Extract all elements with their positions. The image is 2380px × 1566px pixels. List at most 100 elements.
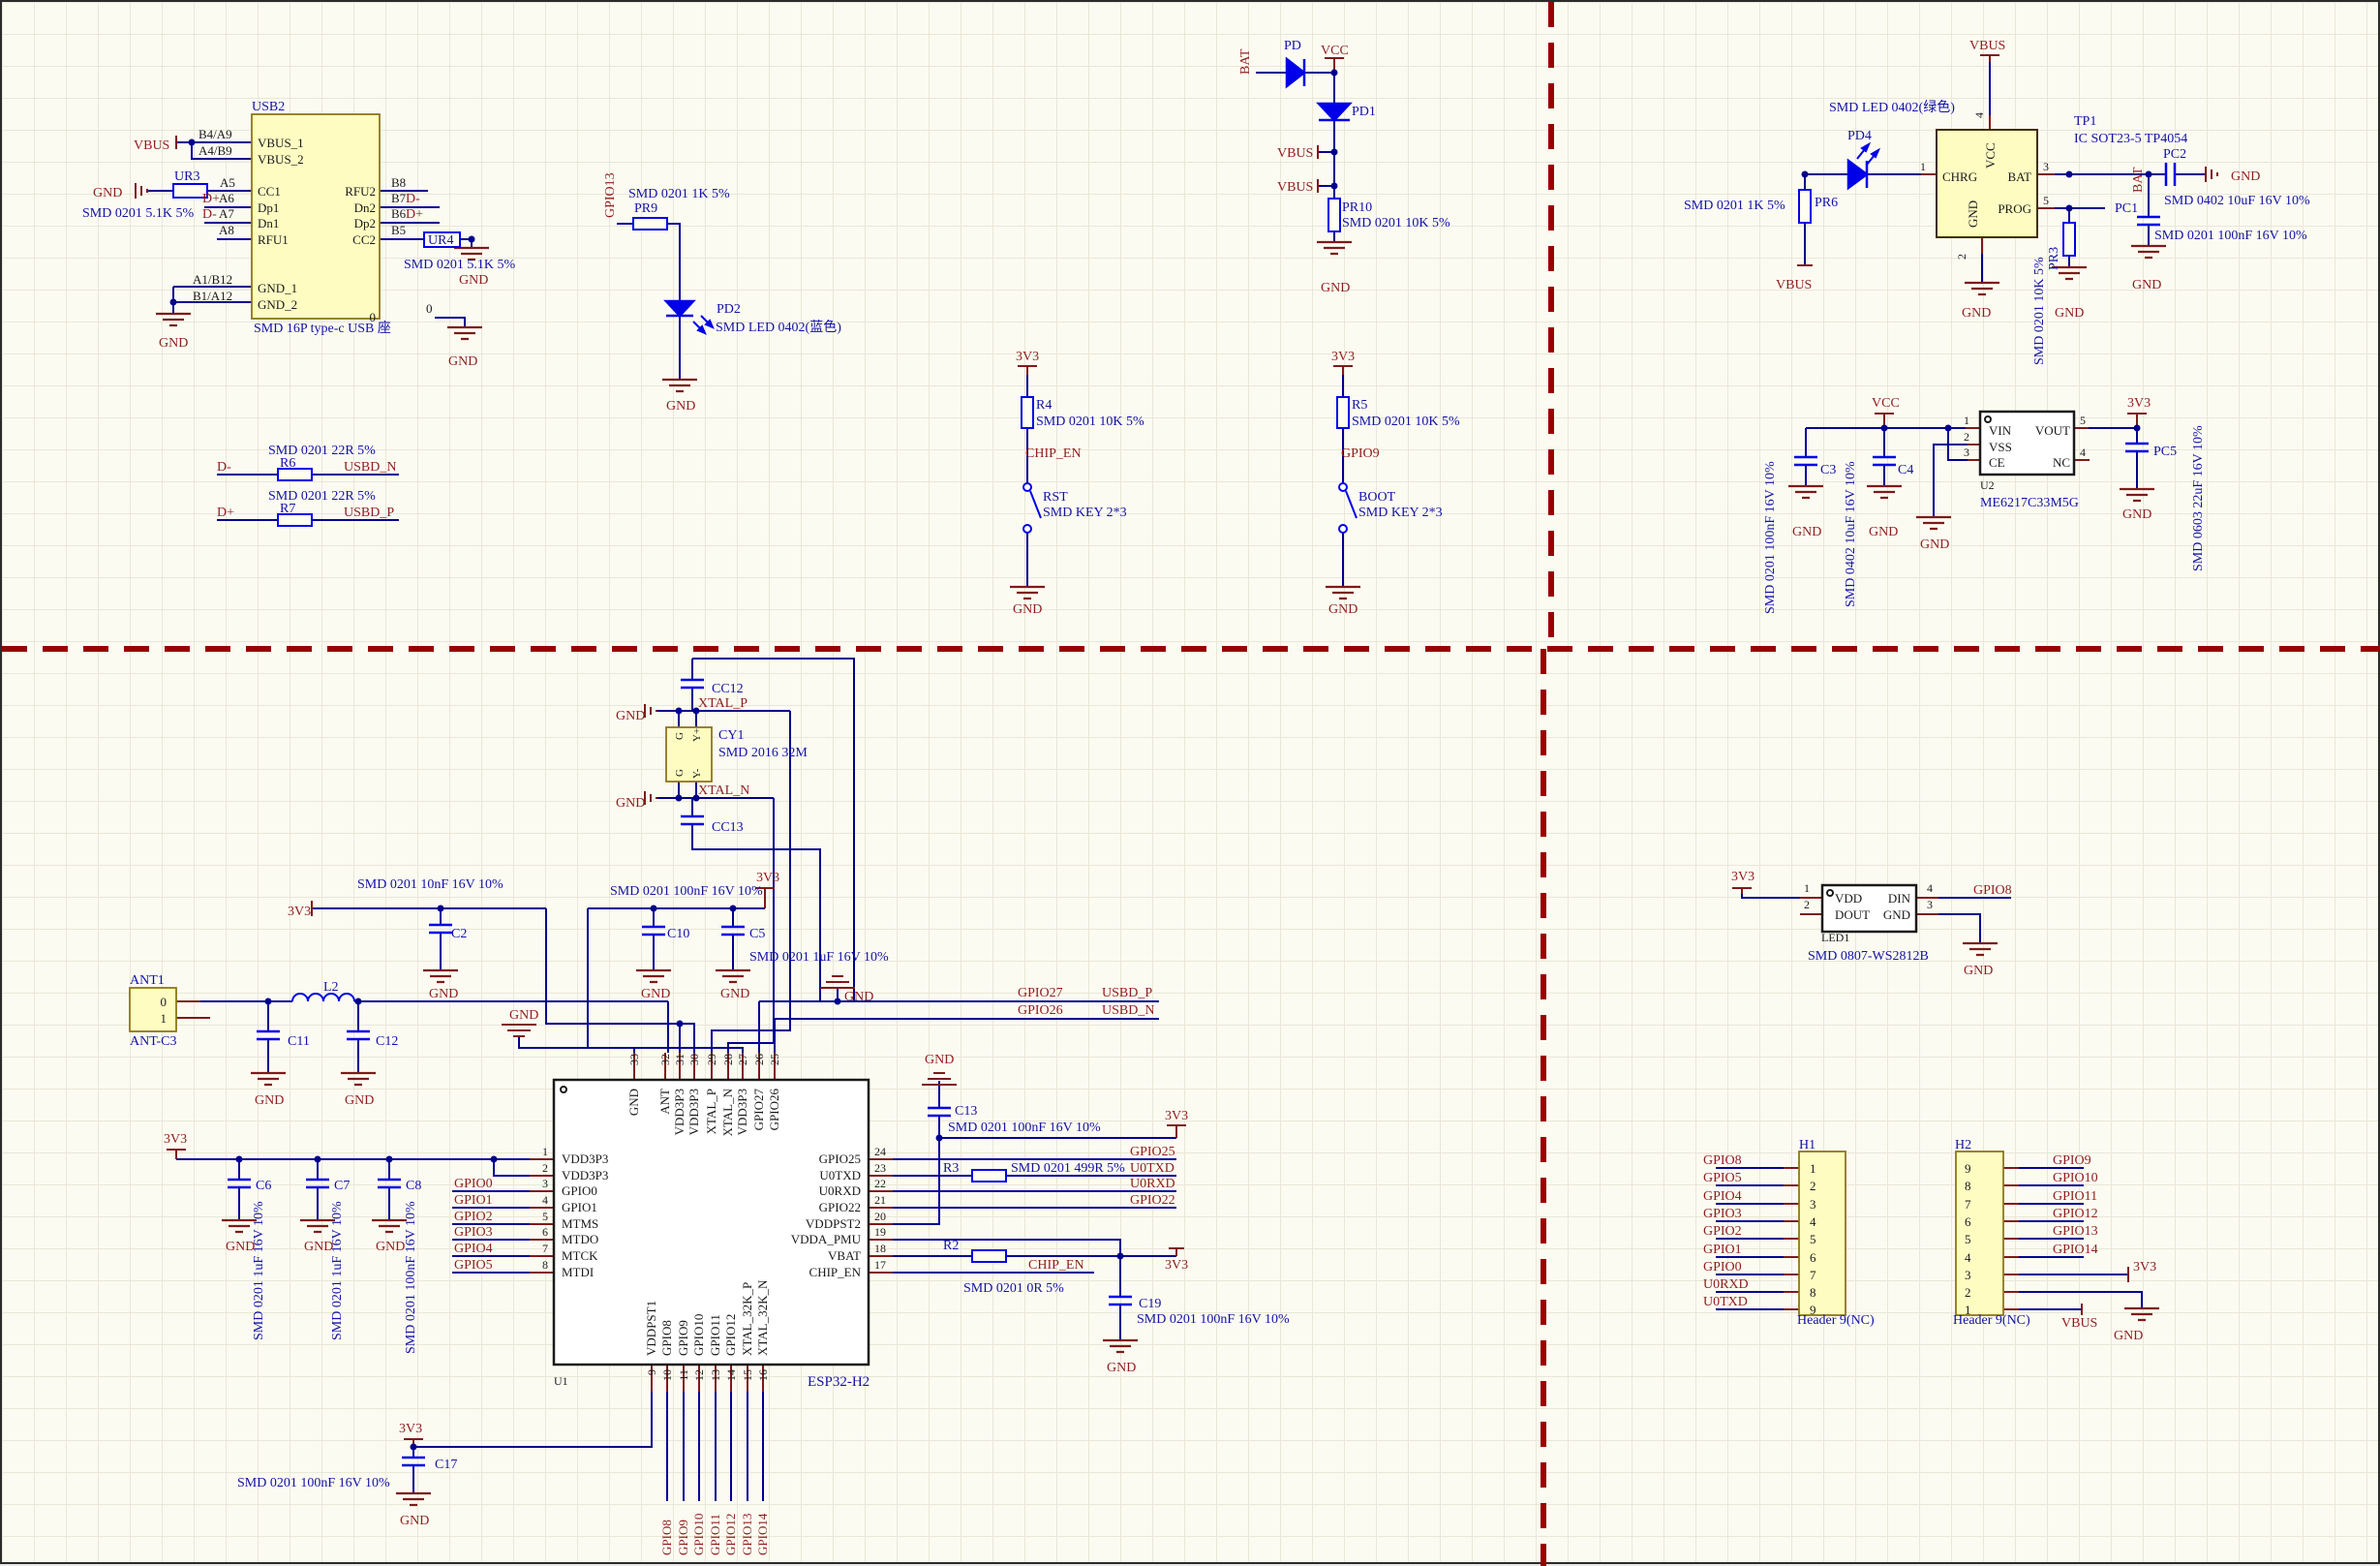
net-label[interactable]: GPIO8: [659, 1520, 674, 1555]
pin-number[interactable]: 16: [756, 1369, 770, 1381]
pin-name[interactable]: VDD3P3: [672, 1089, 687, 1135]
net-label[interactable]: GPIO4: [1703, 1189, 1742, 1204]
net-label[interactable]: GPIO12: [723, 1514, 738, 1555]
designator[interactable]: C4: [1898, 463, 1913, 477]
designator[interactable]: L2: [323, 980, 339, 995]
pin-number[interactable]: 11: [677, 1369, 690, 1381]
net-label[interactable]: GPIO14: [2053, 1243, 2098, 1257]
pin-number[interactable]: 3: [2043, 160, 2049, 173]
pin-name[interactable]: PROG: [1998, 201, 2031, 216]
pin-number[interactable]: 10: [660, 1369, 674, 1381]
designator[interactable]: CY1: [718, 728, 744, 743]
designator[interactable]: R3: [943, 1161, 959, 1176]
part-value[interactable]: SMD 0807-WS2812B: [1808, 949, 1929, 964]
pin-name[interactable]: GPIO0: [562, 1183, 597, 1198]
pin-number[interactable]: 4: [1965, 1250, 1971, 1265]
pin-name[interactable]: Dp2: [354, 216, 376, 230]
pin-name[interactable]: VDDPST2: [806, 1216, 861, 1231]
designator[interactable]: C11: [288, 1034, 310, 1049]
pin-number[interactable]: 24: [874, 1145, 886, 1158]
part-value[interactable]: SMD 0402 10uF 16V 10%: [1844, 461, 1858, 607]
part-value[interactable]: SMD 0201 5.1K 5%: [82, 206, 194, 221]
net-label[interactable]: GPIO1: [454, 1193, 493, 1208]
pin-name[interactable]: 0: [161, 995, 168, 1009]
part-value[interactable]: SMD 0201 100nF 16V 10%: [2154, 229, 2307, 243]
pin-number[interactable]: A8: [219, 223, 234, 237]
net-label[interactable]: GPIO0: [1703, 1260, 1742, 1274]
net-label[interactable]: D-: [202, 207, 217, 222]
pin-name[interactable]: XTAL_32K_N: [755, 1279, 770, 1356]
pin-name[interactable]: GND: [1966, 200, 1980, 228]
pin-number[interactable]: 30: [687, 1054, 701, 1065]
pin-name[interactable]: GPIO8: [659, 1320, 674, 1356]
designator[interactable]: TP1: [2074, 114, 2096, 129]
net-label[interactable]: GPIO14: [755, 1513, 770, 1555]
pin-name[interactable]: GPIO9: [676, 1320, 690, 1356]
part-value[interactable]: ME6217C33M5G: [1980, 496, 2079, 510]
net-label[interactable]: U0TXD: [1703, 1295, 1748, 1309]
net-label[interactable]: BAT: [2131, 167, 2146, 193]
gnd-label[interactable]: GND: [1964, 964, 1993, 978]
gnd-label[interactable]: GND: [459, 273, 488, 288]
pin-name[interactable]: DIN: [1888, 891, 1911, 906]
designator[interactable]: C7: [334, 1179, 350, 1193]
pin-number[interactable]: 3: [1810, 1197, 1816, 1212]
designator[interactable]: C12: [376, 1034, 398, 1049]
net-label[interactable]: GPIO26: [1018, 1003, 1063, 1018]
pin-name[interactable]: VOUT: [2035, 423, 2070, 438]
power-label[interactable]: VCC: [1872, 396, 1900, 411]
part-value[interactable]: SMD LED 0402(蓝色): [716, 319, 841, 335]
pin-number[interactable]: B7: [391, 191, 407, 205]
designator[interactable]: PC5: [2153, 445, 2177, 459]
designator[interactable]: R4: [1036, 398, 1052, 413]
designator[interactable]: CC12: [712, 682, 744, 696]
pin-number[interactable]: 13: [709, 1369, 722, 1381]
net-label[interactable]: D+: [202, 192, 220, 206]
pin-name[interactable]: VBUS_2: [258, 152, 304, 167]
net-label[interactable]: GPIO0: [454, 1177, 493, 1191]
part-value[interactable]: IC SOT23-5 TP4054: [2074, 132, 2187, 146]
pin-name[interactable]: CC1: [258, 184, 281, 199]
pin-name[interactable]: VIN: [1989, 423, 2012, 438]
pin-number[interactable]: A4/B9: [198, 143, 232, 158]
designator[interactable]: ANT1: [130, 973, 165, 988]
part-value[interactable]: SMD KEY 2*3: [1358, 506, 1443, 520]
gnd-label[interactable]: GND: [1869, 525, 1898, 539]
pin-number[interactable]: 5: [1965, 1232, 1971, 1246]
pin-number[interactable]: 9: [645, 1369, 658, 1375]
pin-number[interactable]: B5: [391, 223, 406, 237]
net-label[interactable]: GPIO1: [1703, 1243, 1742, 1257]
net-label[interactable]: USBD_N: [1102, 1003, 1154, 1018]
net-label[interactable]: USBD_P: [344, 506, 394, 520]
pin-name[interactable]: GND_1: [258, 281, 297, 295]
pin-number[interactable]: 26: [752, 1054, 766, 1065]
pin-number[interactable]: 5: [2043, 194, 2049, 207]
part-value[interactable]: SMD 0201 100nF 16V 10%: [610, 884, 763, 899]
designator[interactable]: C17: [435, 1458, 457, 1472]
designator[interactable]: C19: [1139, 1297, 1161, 1311]
pin-number[interactable]: 7: [1810, 1268, 1816, 1282]
gnd-label[interactable]: GND: [666, 399, 695, 414]
pin-number[interactable]: 6: [1810, 1250, 1816, 1265]
designator[interactable]: C6: [256, 1179, 271, 1193]
designator[interactable]: BOOT: [1358, 490, 1396, 505]
pin-name[interactable]: CHRG: [1942, 169, 1977, 184]
power-label[interactable]: 3V3: [1731, 870, 1754, 884]
pin-name[interactable]: MTDI: [562, 1265, 594, 1279]
gnd-label[interactable]: GND: [376, 1240, 405, 1254]
pin-name[interactable]: GPIO12: [723, 1314, 738, 1356]
net-label[interactable]: GPIO9: [1341, 446, 1380, 461]
net-label[interactable]: GPIO4: [454, 1242, 493, 1256]
net-label[interactable]: GPIO8: [1703, 1153, 1742, 1168]
pin-name[interactable]: GND_2: [258, 297, 297, 312]
net-label[interactable]: GPIO22: [1130, 1193, 1175, 1208]
pin-number[interactable]: 27: [736, 1054, 749, 1065]
net-label[interactable]: GPIO12: [2053, 1207, 2098, 1221]
pin-name[interactable]: VBAT: [828, 1248, 861, 1263]
pin-number[interactable]: 5: [1810, 1232, 1816, 1246]
net-label[interactable]: GPIO10: [2053, 1171, 2098, 1185]
gnd-label[interactable]: GND: [2231, 169, 2260, 184]
pin-number[interactable]: 3: [1965, 1268, 1971, 1282]
part-value[interactable]: SMD 0402 10uF 16V 10%: [2164, 194, 2310, 208]
gnd-label[interactable]: GND: [400, 1514, 429, 1528]
